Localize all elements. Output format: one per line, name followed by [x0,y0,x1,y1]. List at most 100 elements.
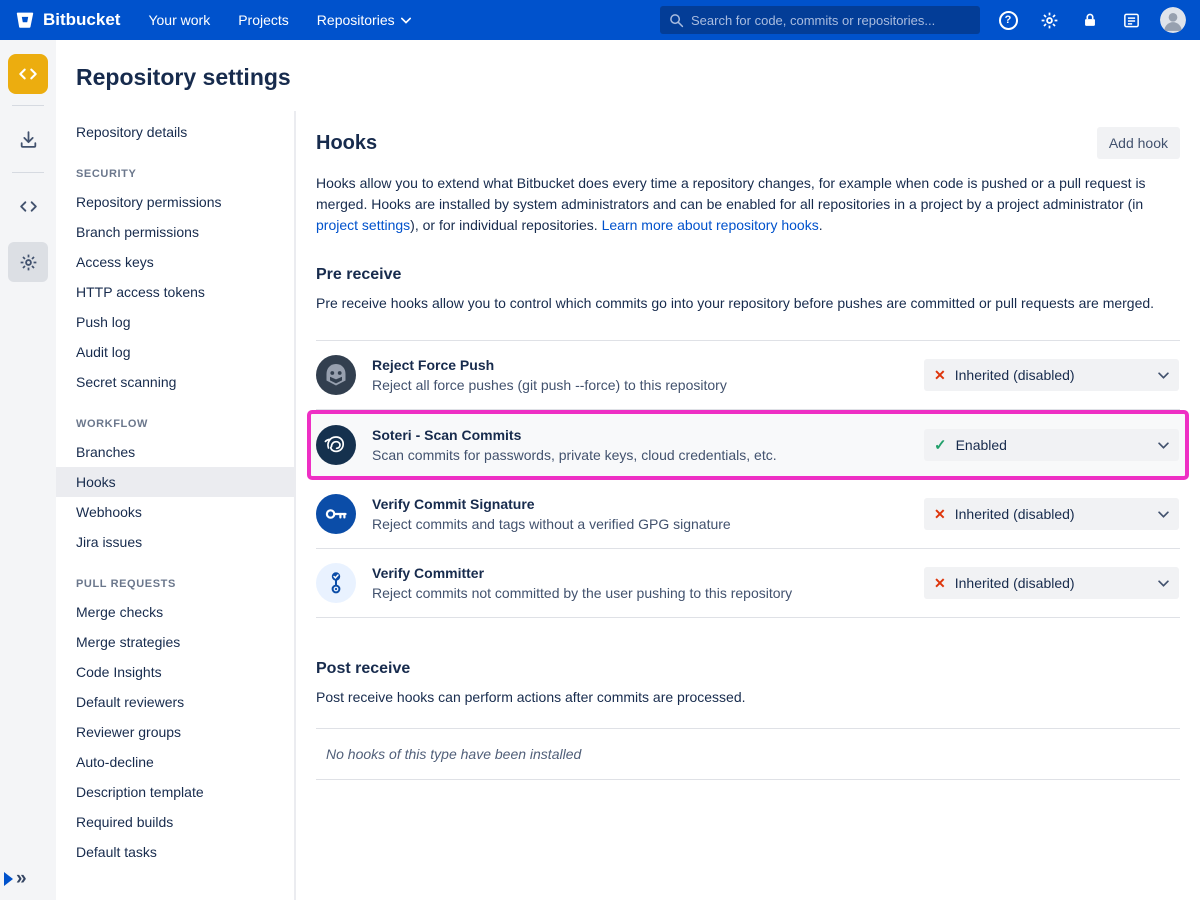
page-header: Repository settings [56,40,1200,111]
feedback-icon [1122,11,1141,30]
sidebar-item-auto-decline[interactable]: Auto-decline [56,747,294,777]
add-hook-button[interactable]: Add hook [1097,127,1180,159]
gear-icon [1039,10,1060,31]
hook-row-reject-force-push: Reject Force Push Reject all force pushe… [316,341,1180,410]
sidebar-item-description-template[interactable]: Description template [56,777,294,807]
lock-icon [1081,11,1099,29]
repository-avatar[interactable] [8,54,48,94]
gear-icon [18,252,39,273]
pre-receive-hook-list: Reject Force Push Reject all force pushe… [316,340,1180,618]
sidebar-section-security: SECURITY [76,168,274,180]
help-icon: ? [999,11,1018,30]
sidebar-item-reviewer-groups[interactable]: Reviewer groups [56,717,294,747]
reject-force-push-icon [316,355,356,395]
code-brackets-icon [17,63,39,85]
double-chevron-icon: » [16,869,27,888]
code-icon [18,196,39,217]
post-receive-section: Post receive Post receive hooks can perf… [316,660,1180,780]
pre-receive-heading: Pre receive [316,266,1180,284]
hooks-intro: Hooks allow you to extend what Bitbucket… [316,173,1180,236]
sidebar-item-repository-permissions[interactable]: Repository permissions [56,187,294,217]
chevron-down-icon [401,17,411,24]
sidebar-item-access-keys[interactable]: Access keys [56,247,294,277]
nav-item-repositories[interactable]: Repositories [317,12,411,28]
chevron-down-icon [1158,372,1169,379]
check-icon: ✓ [934,436,947,454]
nav-item-projects[interactable]: Projects [238,12,289,28]
sidebar-item-default-reviewers[interactable]: Default reviewers [56,687,294,717]
verify-committer-icon [316,563,356,603]
sidebar-item-secret-scanning[interactable]: Secret scanning [56,367,294,397]
project-settings-link[interactable]: project settings [316,217,410,233]
sidebar-item-http-access-tokens[interactable]: HTTP access tokens [56,277,294,307]
pre-receive-description: Pre receive hooks allow you to control w… [316,293,1180,314]
sidebar-item-merge-strategies[interactable]: Merge strategies [56,627,294,657]
status-select-verify-commit-signature[interactable]: ✕ Inherited (disabled) [924,498,1179,530]
status-select-reject-force-push[interactable]: ✕ Inherited (disabled) [924,359,1179,391]
post-receive-description: Post receive hooks can perform actions a… [316,687,1180,708]
rail-item-source[interactable] [8,186,48,226]
search-icon [669,13,684,28]
cross-icon: ✕ [934,506,946,523]
blue-arrow-icon [4,872,13,886]
sidebar-item-merge-checks[interactable]: Merge checks [56,597,294,627]
nav-item-your-work[interactable]: Your work [148,12,210,28]
status-label: Inherited (disabled) [955,367,1149,383]
security-button[interactable] [1078,8,1102,32]
user-avatar[interactable] [1160,7,1186,33]
settings-sidebar: Repository details SECURITY Repository p… [56,111,296,900]
hook-description: Reject commits not committed by the user… [372,585,924,601]
status-select-soteri-scan-commits[interactable]: ✓ Enabled [924,429,1179,461]
sidebar-item-push-log[interactable]: Push log [56,307,294,337]
hook-description: Reject all force pushes (git push --forc… [372,377,924,393]
global-search[interactable] [660,6,980,34]
rail-item-settings[interactable] [8,242,48,282]
commit-signature-key-icon [316,494,356,534]
learn-more-link[interactable]: Learn more about repository hooks [602,217,819,233]
cross-icon: ✕ [934,367,946,384]
sidebar-item-code-insights[interactable]: Code Insights [56,657,294,687]
sidebar-item-hooks[interactable]: Hooks [56,467,294,497]
sidebar-item-required-builds[interactable]: Required builds [56,807,294,837]
hooks-panel: Hooks Add hook Hooks allow you to extend… [296,111,1200,900]
hook-row-verify-committer: Verify Committer Reject commits not comm… [316,549,1180,618]
hook-row-verify-commit-signature: Verify Commit Signature Reject commits a… [316,480,1180,549]
sidebar-item-jira-issues[interactable]: Jira issues [56,527,294,557]
status-label: Inherited (disabled) [955,506,1149,522]
sidebar-item-repository-details[interactable]: Repository details [56,117,294,147]
status-select-verify-committer[interactable]: ✕ Inherited (disabled) [924,567,1179,599]
rail-item-clone[interactable] [8,119,48,159]
chevron-down-icon [1158,580,1169,587]
bitbucket-logo-icon [14,9,36,31]
admin-settings-button[interactable] [1037,8,1061,32]
sidebar-item-branches[interactable]: Branches [56,437,294,467]
bitbucket-home-link[interactable]: Bitbucket [14,9,120,31]
sidebar-item-webhooks[interactable]: Webhooks [56,497,294,527]
sidebar-section-workflow: WORKFLOW [76,418,274,430]
chevron-down-icon [1158,511,1169,518]
hook-name: Reject Force Push [372,357,924,373]
app-rail: » [0,40,56,900]
hook-name: Verify Committer [372,565,924,581]
status-label: Enabled [956,437,1149,453]
feedback-button[interactable] [1119,8,1143,32]
sidebar-item-audit-log[interactable]: Audit log [56,337,294,367]
search-input[interactable] [691,13,971,28]
sidebar-section-pull-requests: PULL REQUESTS [76,578,274,590]
hook-description: Reject commits and tags without a verifi… [372,516,924,532]
primary-nav: Your work Projects Repositories [148,12,410,28]
rail-divider [12,172,44,173]
sidebar-item-default-tasks[interactable]: Default tasks [56,837,294,867]
soteri-icon [316,425,356,465]
rail-divider [12,105,44,106]
expand-sidebar-button[interactable]: » [0,869,27,888]
help-button[interactable]: ? [996,8,1020,32]
hooks-heading: Hooks [316,132,377,155]
topnav-actions: ? [996,7,1186,33]
cross-icon: ✕ [934,575,946,592]
hook-row-soteri-scan-commits: Soteri - Scan Commits Scan commits for p… [307,410,1189,480]
download-icon [18,129,39,150]
sidebar-item-branch-permissions[interactable]: Branch permissions [56,217,294,247]
post-receive-heading: Post receive [316,660,1180,678]
chevron-down-icon [1158,442,1169,449]
